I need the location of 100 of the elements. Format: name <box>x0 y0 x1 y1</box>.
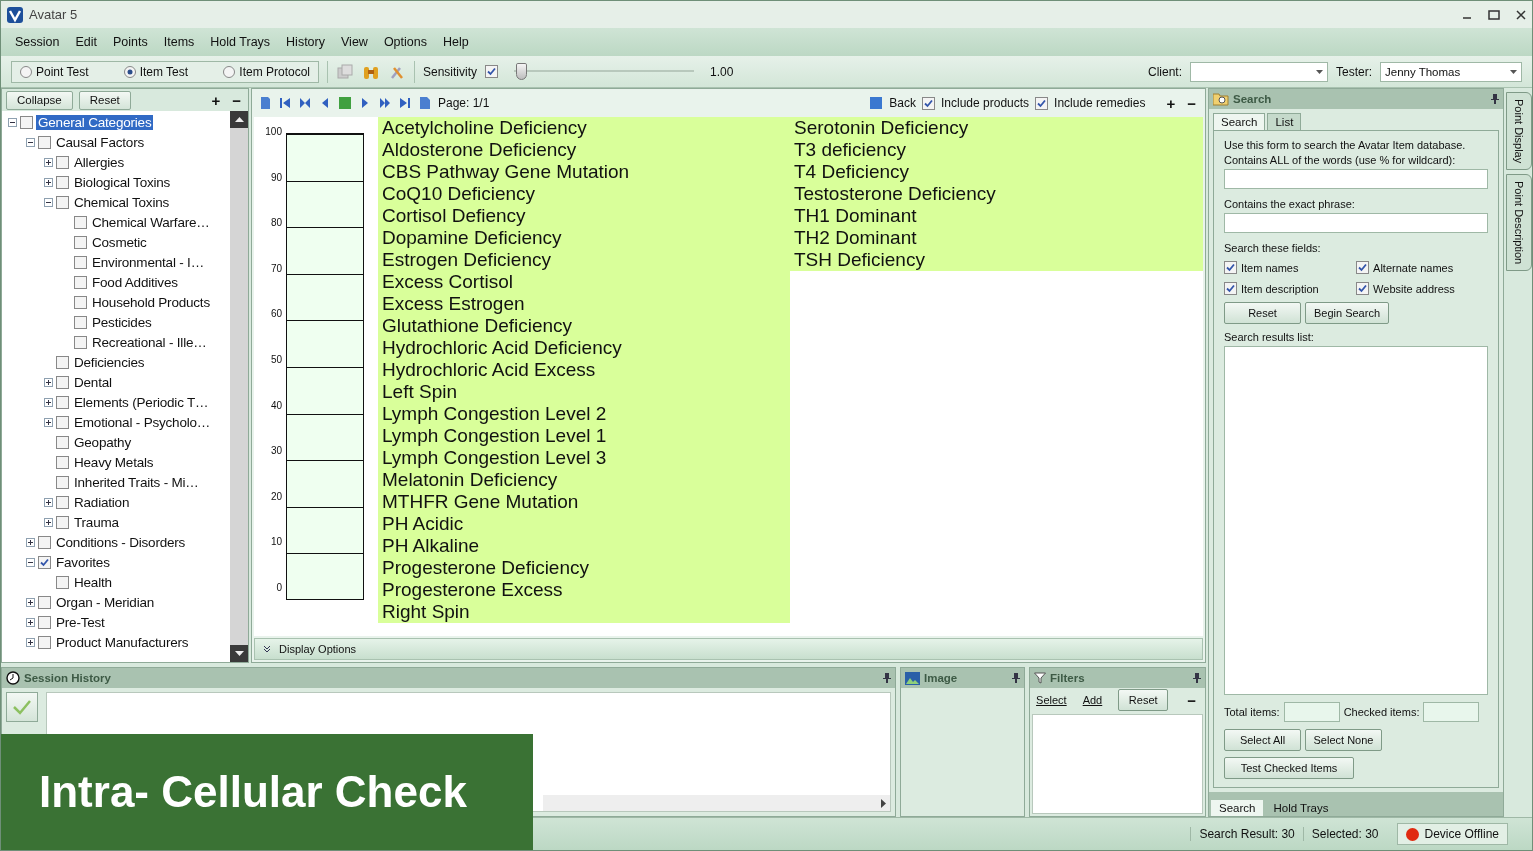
item-entry[interactable]: Glutathione Deficiency <box>378 315 790 337</box>
collapse-icon[interactable] <box>8 117 17 127</box>
menu-item[interactable]: Items <box>155 35 203 49</box>
item-entry[interactable]: CBS Pathway Gene Mutation <box>378 161 790 183</box>
slider-thumb[interactable] <box>516 62 528 80</box>
scroll-up-icon[interactable] <box>234 117 244 122</box>
tree-item[interactable]: Recreational - Ille… <box>90 334 209 350</box>
item-entry[interactable]: PH Alkaline <box>378 535 790 557</box>
expand-icon[interactable] <box>44 417 53 427</box>
item-entry[interactable]: Lymph Congestion Level 3 <box>378 447 790 469</box>
next-block-icon[interactable] <box>378 96 392 110</box>
display-options-label[interactable]: Display Options <box>279 643 357 655</box>
scroll-down-icon[interactable] <box>234 651 244 656</box>
checkbox[interactable] <box>20 115 33 129</box>
total-field[interactable] <box>1283 702 1340 722</box>
checkbox[interactable] <box>56 515 69 529</box>
sensitivity-slider[interactable] <box>514 61 695 82</box>
side-tab[interactable]: Point Display <box>1506 92 1532 171</box>
expand-icon[interactable] <box>26 597 35 607</box>
pin-icon[interactable] <box>1012 673 1021 683</box>
tree-item[interactable]: Food Additives <box>90 274 180 290</box>
item-entry[interactable]: Serotonin Deficiency <box>790 117 1203 139</box>
check-button[interactable] <box>6 692 38 722</box>
checkbox[interactable] <box>1356 261 1370 274</box>
tree-item[interactable]: Trauma <box>72 514 121 530</box>
tree-item[interactable]: Product Manufacturers <box>54 634 191 650</box>
item-entry[interactable]: Hydrochloric Acid Deficiency <box>378 337 790 359</box>
expand-icon[interactable] <box>44 517 53 527</box>
collapse-button[interactable]: − <box>1184 692 1199 708</box>
item-entry[interactable]: Lymph Congestion Level 1 <box>378 425 790 447</box>
expand-icon[interactable] <box>26 617 35 627</box>
checkbox[interactable] <box>56 575 69 589</box>
checkbox[interactable] <box>1224 282 1237 295</box>
checkbox-label[interactable]: Alternate names <box>1373 261 1454 274</box>
item-entry[interactable]: Excess Cortisol <box>378 271 790 293</box>
menu-item[interactable]: History <box>278 35 333 49</box>
tab[interactable]: Search <box>1211 800 1264 816</box>
form-button[interactable]: Select None <box>1305 729 1382 751</box>
item-entry[interactable]: Hydrochloric Acid Excess <box>378 359 790 381</box>
pin-icon[interactable] <box>1193 673 1201 683</box>
item-entry[interactable]: T3 deficiency <box>790 139 1203 161</box>
tree-button[interactable]: Collapse <box>6 90 73 110</box>
expand-icon[interactable] <box>44 177 53 187</box>
tree-item[interactable]: Biological Toxins <box>72 174 173 190</box>
radio-button[interactable] <box>223 65 236 78</box>
tree-item[interactable]: Cosmetic <box>90 234 149 250</box>
checkbox[interactable] <box>38 135 51 149</box>
tree-item[interactable]: Health <box>72 574 114 590</box>
item-entry[interactable]: CoQ10 Deficiency <box>378 183 790 205</box>
item-entry[interactable]: Aldosterone Deficiency <box>378 139 790 161</box>
tree-item[interactable]: General Categories <box>36 114 154 130</box>
item-entry[interactable]: Estrogen Deficiency <box>378 249 790 271</box>
checkbox[interactable] <box>74 315 87 329</box>
checkbox[interactable] <box>56 395 69 409</box>
checkbox-label[interactable]: Item names <box>1241 261 1299 274</box>
menu-item[interactable]: Help <box>434 35 477 49</box>
checkbox[interactable] <box>1224 261 1237 274</box>
item-entry[interactable]: Cortisol Defiency <box>378 205 790 227</box>
item-entry[interactable]: Progesterone Excess <box>378 579 790 601</box>
zoom-in-button[interactable]: + <box>1163 95 1179 111</box>
item-entry[interactable]: Excess Estrogen <box>378 293 790 315</box>
close-icon[interactable] <box>1516 9 1526 20</box>
checkbox[interactable] <box>74 255 87 269</box>
expand-icon[interactable] <box>44 157 53 167</box>
display-options-bar[interactable]: Display Options <box>254 638 1203 660</box>
item-entry[interactable]: MTHFR Gene Mutation <box>378 491 790 513</box>
form-button[interactable]: Select All <box>1224 729 1301 751</box>
tab[interactable]: List <box>1267 113 1302 130</box>
tree-item[interactable]: Elements (Periodic T… <box>72 394 211 410</box>
checkbox[interactable] <box>56 415 69 429</box>
tree-item[interactable]: Favorites <box>54 554 112 570</box>
tree-item[interactable]: Geopathy <box>72 434 133 450</box>
menu-item[interactable]: Points <box>105 35 156 49</box>
tree-item[interactable]: Heavy Metals <box>72 454 156 470</box>
item-entry[interactable]: PH Acidic <box>378 513 790 535</box>
tree-item[interactable]: Allergies <box>72 154 126 170</box>
checkbox[interactable] <box>1035 96 1049 110</box>
checkbox[interactable] <box>74 295 87 309</box>
expand-icon[interactable] <box>26 537 35 547</box>
form-button[interactable]: Reset <box>1224 302 1301 324</box>
radio-button[interactable] <box>20 65 32 78</box>
checkbox[interactable] <box>38 635 51 649</box>
collapse-icon[interactable] <box>26 557 35 567</box>
form-button[interactable]: Test Checked Items <box>1224 757 1354 779</box>
zoom-out-button[interactable]: − <box>1184 95 1199 111</box>
checkbox[interactable] <box>38 615 51 629</box>
tab[interactable]: Hold Trays <box>1265 800 1337 816</box>
side-tab[interactable]: Point Description <box>1506 174 1532 272</box>
tree-item[interactable]: Emotional - Psycholo… <box>72 414 213 430</box>
item-entry[interactable]: TSH Deficiency <box>790 249 1203 271</box>
menu-item[interactable]: Session <box>7 35 68 49</box>
tree-item[interactable]: Deficiencies <box>72 354 147 370</box>
checkbox[interactable] <box>56 475 69 489</box>
item-entry[interactable]: Testosterone Deficiency <box>790 183 1203 205</box>
checkbox-label[interactable]: Include remedies <box>1054 96 1146 110</box>
phrase-field[interactable] <box>1224 213 1489 233</box>
checkbox[interactable] <box>74 215 87 229</box>
radio-label[interactable]: Item Protocol <box>239 64 310 79</box>
pin-icon[interactable] <box>883 673 892 683</box>
tree-item[interactable]: Chemical Warfare… <box>90 214 212 230</box>
